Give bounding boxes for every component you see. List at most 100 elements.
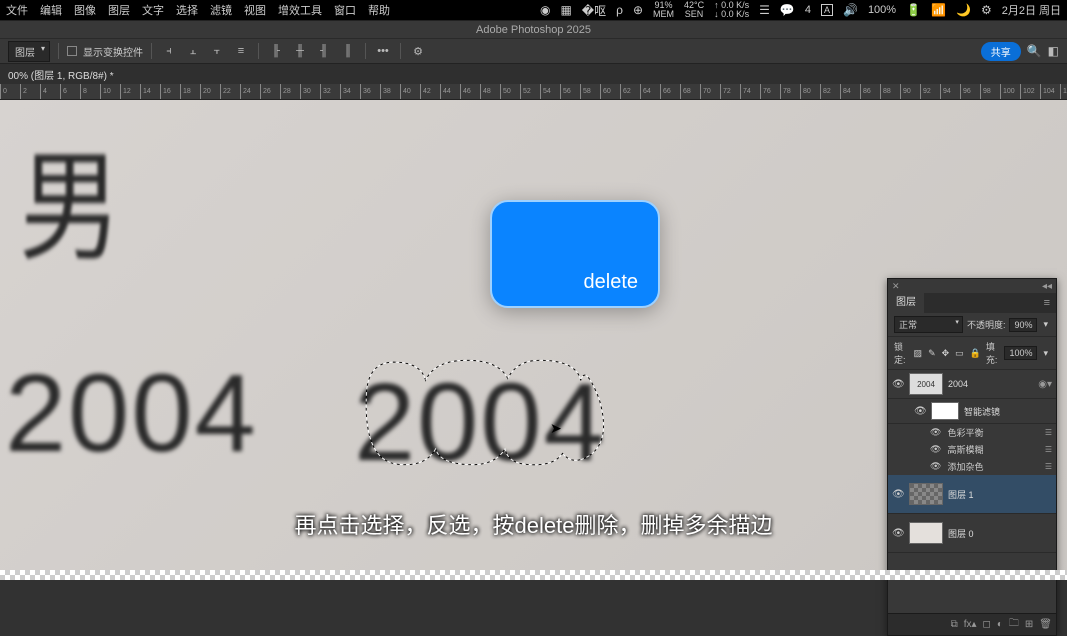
options-bar: 图层 显示变换控件 ⫞ ⫠ ⫟ ≡ ╟ ╫ ╢ ║ ••• ⚙ 共享 🔍 ◧ bbox=[0, 38, 1067, 64]
more-icon[interactable]: ••• bbox=[374, 42, 392, 60]
menu-type[interactable]: 文字 bbox=[142, 2, 164, 18]
magnify-icon[interactable]: ⊕ bbox=[633, 3, 643, 17]
distribute-icon-4[interactable]: ║ bbox=[339, 42, 357, 60]
record-icon[interactable]: ◉ bbox=[540, 3, 550, 17]
layer-0[interactable]: 👁 图层 0 bbox=[888, 514, 1056, 553]
layer-1[interactable]: 👁 图层 1 bbox=[888, 475, 1056, 514]
layer-mode-dropdown[interactable]: 图层 bbox=[8, 41, 50, 62]
layer-thumbnail[interactable]: 2004 bbox=[909, 373, 943, 395]
ruler-tick: 40 bbox=[400, 84, 411, 99]
lock-all-icon[interactable]: 🔒 bbox=[970, 348, 981, 359]
filter-edit-icon[interactable]: ☰ bbox=[1045, 462, 1052, 471]
date-time[interactable]: 2月2日 周日 bbox=[1002, 2, 1061, 18]
visibility-icon[interactable]: 👁 bbox=[892, 379, 904, 390]
visibility-icon[interactable]: 👁 bbox=[930, 427, 941, 438]
link-layers-icon[interactable]: ⧉ bbox=[951, 619, 958, 630]
visibility-icon[interactable]: 👁 bbox=[930, 461, 941, 472]
menu-layer[interactable]: 图层 bbox=[108, 2, 130, 18]
menu-window[interactable]: 窗口 bbox=[334, 2, 356, 18]
document-tab[interactable]: 00% (图层 1, RGB/8#) * bbox=[0, 64, 1067, 84]
layer-name[interactable]: 2004 bbox=[948, 379, 1033, 389]
share-button[interactable]: 共享 bbox=[981, 42, 1021, 61]
fx-icon[interactable]: fx▴ bbox=[964, 619, 977, 630]
input-method-icon[interactable]: A bbox=[821, 4, 833, 16]
ruler-tick: 82 bbox=[820, 84, 831, 99]
menu-plugins[interactable]: 增效工具 bbox=[278, 2, 322, 18]
filter-edit-icon[interactable]: ☰ bbox=[1045, 445, 1052, 454]
filter-color-balance[interactable]: 👁 色彩平衡 ☰ bbox=[888, 424, 1056, 441]
menu-edit[interactable]: 编辑 bbox=[40, 2, 62, 18]
lock-pixels-icon[interactable]: ▨ bbox=[914, 348, 923, 359]
canvas-workspace[interactable]: 男 2004 2004 delete ➤ ✕ ◂◂ 图层 ≡ 正常 不透明度: … bbox=[0, 100, 1067, 580]
blend-mode-dropdown[interactable]: 正常 bbox=[894, 316, 963, 333]
visibility-icon[interactable]: 👁 bbox=[892, 528, 904, 539]
layers-tab[interactable]: 图层 bbox=[888, 293, 924, 313]
smart-filters-header[interactable]: 👁 智能滤镜 bbox=[888, 399, 1056, 424]
delete-layer-icon[interactable]: 🗑 bbox=[1039, 619, 1052, 630]
distribute-icon-2[interactable]: ╫ bbox=[291, 42, 309, 60]
visibility-icon[interactable]: 👁 bbox=[892, 489, 904, 500]
filter-add-noise[interactable]: 👁 添加杂色 ☰ bbox=[888, 458, 1056, 475]
distribute-icon-1[interactable]: ╟ bbox=[267, 42, 285, 60]
visibility-icon[interactable]: 👁 bbox=[930, 444, 941, 455]
group-icon[interactable]: 🗀 bbox=[1009, 616, 1019, 633]
wifi-icon[interactable]: 📶 bbox=[931, 3, 946, 17]
wechat-icon[interactable]: 💬 bbox=[780, 3, 795, 17]
rho-icon[interactable]: ρ bbox=[616, 3, 623, 17]
volume-icon[interactable]: 🔊 bbox=[843, 3, 858, 17]
battery-icon[interactable]: 🔋 bbox=[906, 3, 921, 17]
align-icon-2[interactable]: ⫠ bbox=[184, 42, 202, 60]
lock-artboard-icon[interactable]: ▭ bbox=[955, 348, 964, 359]
opacity-value[interactable]: 90% bbox=[1009, 318, 1037, 332]
menu-file[interactable]: 文件 bbox=[6, 2, 28, 18]
ruler-tick: 68 bbox=[680, 84, 691, 99]
panel-menu-icon[interactable]: ≡ bbox=[1038, 297, 1056, 309]
align-icon-1[interactable]: ⫞ bbox=[160, 42, 178, 60]
align-icon-3[interactable]: ⫟ bbox=[208, 42, 226, 60]
adjustment-icon[interactable]: ◐ bbox=[997, 619, 1003, 630]
filter-name: 添加杂色 bbox=[947, 460, 983, 473]
menu-select[interactable]: 选择 bbox=[176, 2, 198, 18]
filter-gaussian-blur[interactable]: 👁 高斯模糊 ☰ bbox=[888, 441, 1056, 458]
layer-name[interactable]: 图层 1 bbox=[948, 488, 1052, 501]
ruler-tick: 12 bbox=[120, 84, 131, 99]
align-icon-4[interactable]: ≡ bbox=[232, 42, 250, 60]
menu-help[interactable]: 帮助 bbox=[368, 2, 390, 18]
divider bbox=[58, 43, 59, 59]
filter-mask-thumbnail[interactable] bbox=[931, 402, 959, 420]
mask-icon[interactable]: ◻ bbox=[983, 619, 991, 630]
lock-position-icon[interactable]: ✥ bbox=[942, 348, 950, 359]
menu-extra-icon[interactable]: ☰ bbox=[759, 3, 770, 17]
ruler-tick: 22 bbox=[220, 84, 231, 99]
layer-2004[interactable]: 👁 2004 2004 ◉▾ bbox=[888, 370, 1056, 399]
show-transform-checkbox[interactable] bbox=[67, 46, 77, 56]
layer-thumbnail[interactable] bbox=[909, 522, 943, 544]
workspace-icon[interactable]: ◧ bbox=[1048, 44, 1059, 58]
panel-collapse-icon[interactable]: ◂◂ bbox=[1042, 281, 1052, 292]
moon-icon[interactable]: 🌙 bbox=[956, 3, 971, 17]
filter-edit-icon[interactable]: ☰ bbox=[1045, 428, 1052, 437]
control-center-icon[interactable]: ⚙ bbox=[981, 3, 992, 17]
fill-chevron-icon[interactable]: ▾ bbox=[1041, 348, 1050, 359]
opacity-chevron-icon[interactable]: ▾ bbox=[1041, 319, 1050, 330]
search-tool-icon[interactable]: 🔍 bbox=[1027, 44, 1042, 58]
distribute-icon-3[interactable]: ╢ bbox=[315, 42, 333, 60]
ruler-tick: 100 bbox=[1000, 84, 1015, 99]
panel-close-icon[interactable]: ✕ bbox=[892, 281, 900, 292]
new-layer-icon[interactable]: ⊞ bbox=[1025, 619, 1033, 630]
gear-icon[interactable]: ⚙ bbox=[409, 42, 427, 60]
lock-brush-icon[interactable]: ✎ bbox=[928, 348, 936, 359]
smart-object-icon[interactable]: ◉▾ bbox=[1038, 379, 1052, 390]
layer-thumbnail[interactable] bbox=[909, 483, 943, 505]
fill-value[interactable]: 100% bbox=[1004, 346, 1037, 360]
search-icon[interactable]: �呕 bbox=[582, 2, 606, 19]
filter-name: 高斯模糊 bbox=[947, 443, 983, 456]
layers-panel[interactable]: ✕ ◂◂ 图层 ≡ 正常 不透明度: 90% ▾ 锁定: ▨ ✎ ✥ ▭ 🔒 填… bbox=[887, 278, 1057, 636]
layer-name[interactable]: 图层 0 bbox=[948, 527, 1052, 540]
visibility-icon[interactable]: 👁 bbox=[914, 406, 926, 417]
grid-icon[interactable]: ▦ bbox=[560, 3, 571, 17]
menu-filter[interactable]: 滤镜 bbox=[210, 2, 232, 18]
menu-image[interactable]: 图像 bbox=[74, 2, 96, 18]
ruler-tick: 66 bbox=[660, 84, 671, 99]
menu-view[interactable]: 视图 bbox=[244, 2, 266, 18]
